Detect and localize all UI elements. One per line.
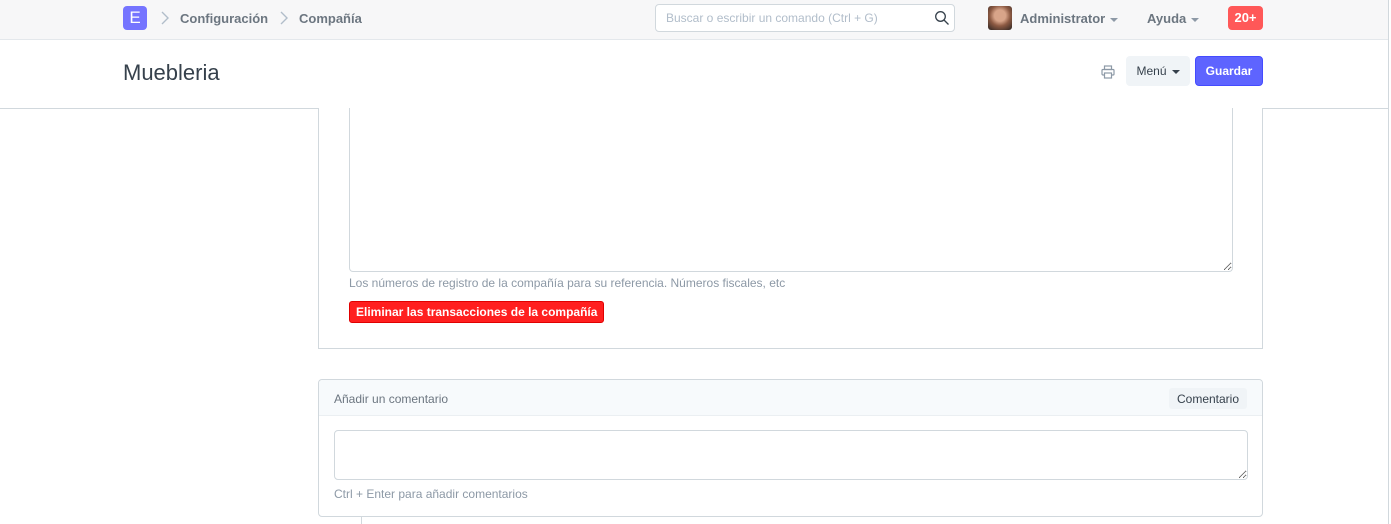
chevron-right-icon [161,11,169,25]
app-logo-icon[interactable]: E [123,6,147,30]
notifications-badge[interactable]: 20+ [1228,6,1263,30]
top-navbar: E Configuración Compañía Administrator A… [0,0,1388,40]
menu-button-label: Menú [1136,64,1167,78]
printer-icon[interactable] [1101,65,1115,79]
company-form-section: Los números de registro de la compañía p… [318,108,1263,349]
user-menu-label: Administrator [1020,11,1106,26]
timeline-line [361,517,362,524]
page-right-border [1388,0,1389,524]
comment-hint: Ctrl + Enter para añadir comentarios [334,487,528,501]
comment-header: Añadir un comentario Comentario [319,380,1262,416]
menu-button[interactable]: Menú [1126,56,1190,86]
comment-title: Añadir un comentario [334,392,449,406]
page-head: Muebleria Menú Guardar [0,40,1388,109]
search-input[interactable] [655,4,955,32]
search-icon[interactable] [934,10,950,26]
page-title: Muebleria [123,60,220,85]
caret-down-icon [1110,17,1119,22]
caret-down-icon [1191,17,1200,22]
user-avatar[interactable] [988,6,1012,30]
help-menu-dropdown[interactable]: Ayuda [1147,11,1200,26]
caret-down-icon [1171,69,1180,74]
registration-details-textarea[interactable] [349,108,1233,272]
help-menu-label: Ayuda [1147,11,1187,26]
delete-transactions-button[interactable]: Eliminar las transacciones de la compañí… [349,301,605,323]
chevron-right-icon [280,11,288,25]
comment-box: Añadir un comentario Comentario Ctrl + E… [318,379,1263,517]
comment-input[interactable] [334,430,1248,480]
save-button[interactable]: Guardar [1195,56,1263,86]
breadcrumb-configuracion[interactable]: Configuración [180,11,268,26]
user-menu-dropdown[interactable]: Administrator [1020,11,1119,26]
breadcrumb-compania[interactable]: Compañía [299,11,362,26]
add-comment-button[interactable]: Comentario [1169,388,1247,409]
registration-help-text: Los números de registro de la compañía p… [349,276,786,290]
